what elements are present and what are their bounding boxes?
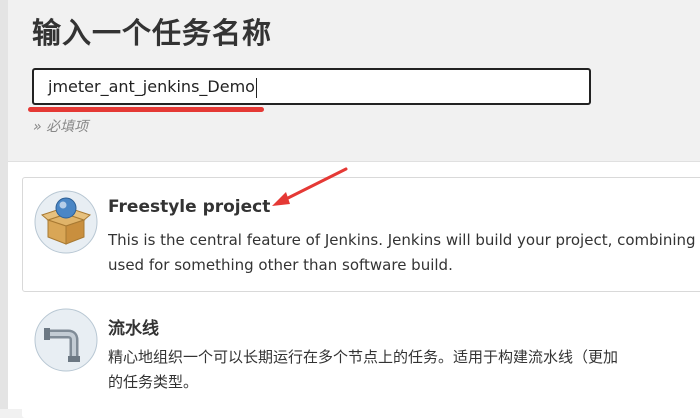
- job-type-freestyle[interactable]: Freestyle project This is the central fe…: [22, 177, 700, 292]
- job-type-title: Freestyle project: [108, 197, 271, 217]
- job-type-description-line1: 精心地组织一个可以长期运行在多个节点上的任务。适用于构建流水线（更加: [108, 348, 619, 366]
- job-type-pipeline[interactable]: 流水线 精心地组织一个可以长期运行在多个节点上的任务。适用于构建流水线（更加 的…: [22, 298, 700, 418]
- freestyle-box-icon: [34, 190, 98, 254]
- job-type-description-line2: used for something other than software b…: [108, 256, 453, 274]
- item-name-value: jmeter_ant_jenkins_Demo: [48, 77, 255, 96]
- red-underline-annotation: [28, 107, 264, 112]
- job-type-description-line1: This is the central feature of Jenkins. …: [108, 231, 696, 249]
- text-caret: [255, 77, 257, 98]
- required-hint: » 必填项: [33, 119, 89, 135]
- job-type-description-line2: 的任务类型。: [108, 373, 199, 391]
- page-title: 输入一个任务名称: [32, 16, 273, 50]
- red-arrow-annotation: [272, 167, 348, 206]
- job-type-title: 流水线: [108, 319, 159, 339]
- left-gutter: [0, 0, 8, 409]
- item-name-input[interactable]: jmeter_ant_jenkins_Demo: [32, 68, 591, 105]
- pipeline-pipe-icon: [34, 308, 98, 372]
